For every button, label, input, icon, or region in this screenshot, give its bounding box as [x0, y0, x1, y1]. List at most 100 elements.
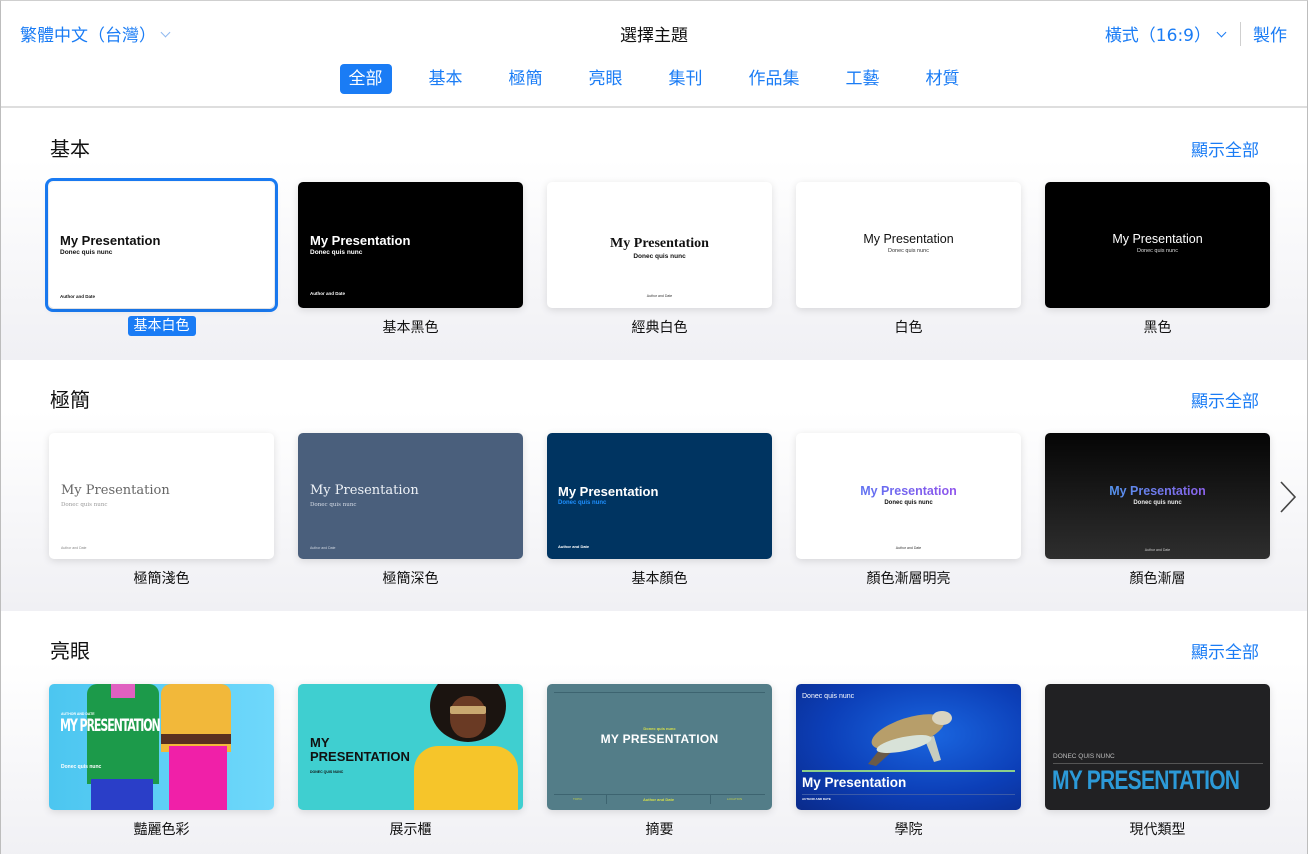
thumb-title: My Presentation — [558, 484, 659, 499]
thumb-footer: Author and Date — [646, 294, 673, 298]
thumb-subtitle: Donec quis nunc — [60, 249, 113, 256]
thumb-title: My Presentation — [1045, 484, 1270, 498]
thumb-title: My Presentation — [61, 483, 170, 498]
theme-thumbnail: My Presentation Donec quis nunc Author a… — [1045, 433, 1270, 559]
theme-name: 白色 — [894, 320, 923, 336]
thumb-subtitle: Donec quis nunc — [61, 502, 108, 508]
theme-thumbnail: My Presentation Donec quis nunc — [796, 182, 1021, 308]
thumb-title-line1: MY — [310, 735, 330, 750]
thumb-subtitle: Donec quis nunc — [310, 502, 357, 508]
section-minimalist: 極簡 顯示全部 My Presentation Donec quis nunc … — [1, 360, 1307, 611]
theme-card-gradient-light[interactable]: My Presentation Donec quis nunc Author a… — [796, 433, 1021, 589]
section-title: 極簡 — [50, 388, 90, 412]
thumb-subtitle: Donec quis nunc — [802, 693, 855, 700]
thumb-title: My Presentation — [60, 233, 161, 248]
theme-thumbnail: MY PRESENTATION DONEC QUIS NUNC — [298, 684, 523, 810]
thumb-title: MY PRESENTATION — [60, 716, 161, 736]
tab-craft[interactable]: 工藝 — [837, 64, 889, 94]
theme-row: My Presentation Donec quis nunc Author a… — [49, 433, 1270, 589]
tab-minimalist[interactable]: 極簡 — [500, 64, 552, 94]
theme-name: 現代類型 — [1129, 822, 1186, 838]
theme-row: My Presentation Donec quis nunc Author a… — [45, 178, 1270, 338]
theme-thumbnail: Donec quis nunc MY PRESENTATION TOPIC Au… — [547, 684, 772, 810]
theme-name: 黑色 — [1143, 320, 1172, 336]
theme-card-modern-type[interactable]: DONEC QUIS NUNC MY PRESENTATION 現代類型 — [1045, 684, 1270, 840]
thumb-title: My Presentation — [1112, 232, 1203, 246]
thumb-footer-left: TOPIC — [573, 797, 583, 801]
tab-texture[interactable]: 材質 — [917, 64, 969, 94]
theme-card-basic-white[interactable]: My Presentation Donec quis nunc Author a… — [45, 178, 278, 338]
show-all-link[interactable]: 顯示全部 — [1191, 638, 1259, 663]
photo-face — [450, 696, 486, 738]
theme-card-academy[interactable]: Donec quis nunc My Presentation AUTHOR A… — [796, 684, 1021, 840]
theme-card-showcase[interactable]: MY PRESENTATION DONEC QUIS NUNC 展示櫃 — [298, 684, 523, 840]
chevron-right-icon — [1280, 481, 1297, 513]
theme-card-gradient[interactable]: My Presentation Donec quis nunc Author a… — [1045, 433, 1270, 589]
tab-bold[interactable]: 亮眼 — [580, 64, 632, 94]
thumb-title: MY PRESENTATION — [600, 732, 719, 746]
theme-card-vivid-color[interactable]: AUTHOR AND DATE MY PRESENTATION Donec qu… — [49, 684, 274, 840]
thumb-footer: Author and Date — [642, 797, 675, 802]
show-all-link[interactable]: 顯示全部 — [1191, 387, 1259, 412]
thumb-subtitle: Donec quis nunc — [633, 253, 686, 260]
thumb-title: MY PRESENTATION — [1052, 765, 1240, 795]
theme-thumbnail: My Presentation Donec quis nunc Author a… — [298, 182, 523, 308]
theme-name: 豔麗色彩 — [133, 822, 190, 838]
theme-thumbnail: My Presentation Donec quis nunc — [1045, 182, 1270, 308]
thumb-subtitle: Donec quis nunc — [310, 249, 363, 256]
create-button[interactable]: 製作 — [1253, 21, 1287, 46]
theme-card-black[interactable]: My Presentation Donec quis nunc 黑色 — [1045, 182, 1270, 338]
section-title: 亮眼 — [50, 639, 90, 663]
tab-editorial[interactable]: 集刊 — [660, 64, 712, 94]
thumb-title: My Presentation — [863, 232, 954, 246]
scroll-next-button[interactable] — [1277, 479, 1299, 515]
tab-basic[interactable]: 基本 — [420, 64, 472, 94]
thumb-footer: Author and Date — [60, 294, 96, 299]
section-title: 基本 — [50, 137, 90, 161]
thumb-subtitle: Donec quis nunc — [1137, 248, 1178, 254]
selection-outline: My Presentation Donec quis nunc Author a… — [45, 178, 278, 312]
thumb-subtitle: Donec quis nunc — [61, 764, 102, 770]
category-tabs: 全部 基本 極簡 亮眼 集刊 作品集 工藝 材質 — [1, 64, 1307, 94]
thumb-footer-right: LOCATION — [727, 797, 743, 801]
thumb-title: My Presentation — [802, 775, 907, 790]
chevron-down-icon — [1216, 28, 1228, 40]
theme-card-minimalist-light[interactable]: My Presentation Donec quis nunc Author a… — [49, 433, 274, 589]
theme-thumbnail: My Presentation Donec quis nunc Author a… — [49, 182, 274, 308]
thumb-subtitle: Donec quis nunc — [1133, 500, 1182, 506]
thumb-subtitle: Donec quis nunc — [888, 248, 929, 254]
theme-name: 顏色漸層明亮 — [866, 571, 951, 587]
theme-card-white[interactable]: My Presentation Donec quis nunc 白色 — [796, 182, 1021, 338]
theme-name: 極簡深色 — [382, 571, 439, 587]
thumb-subtitle: Donec quis nunc — [643, 726, 676, 731]
photo-arms — [161, 734, 231, 744]
orientation-label: 橫式（16:9） — [1104, 26, 1211, 46]
thumb-title: My Presentation — [310, 483, 419, 498]
footer-divider-right — [710, 794, 711, 804]
theme-card-basic-color[interactable]: My Presentation Donec quis nunc Author a… — [547, 433, 772, 589]
orientation-selector[interactable]: 橫式（16:9） — [1105, 21, 1228, 46]
theme-card-classic-white[interactable]: My Presentation Donec quis nunc Author a… — [547, 182, 772, 338]
thumb-footer: Author and Date — [558, 544, 590, 549]
tab-all[interactable]: 全部 — [339, 64, 392, 94]
theme-card-minimalist-dark[interactable]: My Presentation Donec quis nunc Author a… — [298, 433, 523, 589]
theme-name: 顏色漸層 — [1129, 571, 1186, 587]
photo-yellow-sweater — [414, 746, 518, 810]
theme-name: 展示櫃 — [389, 822, 432, 838]
show-all-link[interactable]: 顯示全部 — [1191, 136, 1259, 161]
thumb-footer: Author and Date — [61, 546, 87, 550]
footer-rule — [802, 794, 1015, 795]
theme-thumbnail: Donec quis nunc My Presentation AUTHOR A… — [796, 684, 1021, 810]
divider — [1240, 21, 1241, 46]
header: 繁體中文（台灣） 選擇主題 橫式（16:9） 製作 全部 基本 極簡 亮眼 集刊… — [1, 1, 1307, 108]
section-bold: 亮眼 顯示全部 AUTHOR AND DATE MY PRESENTATION … — [1, 611, 1307, 854]
title-rule — [1053, 763, 1263, 764]
thumb-title: My Presentation — [796, 484, 1021, 498]
theme-chooser-window: 繁體中文（台灣） 選擇主題 橫式（16:9） 製作 全部 基本 極簡 亮眼 集刊… — [0, 0, 1308, 854]
thumb-footer: Author and Date — [895, 546, 922, 550]
theme-card-basic-black[interactable]: My Presentation Donec quis nunc Author a… — [298, 182, 523, 338]
theme-row: AUTHOR AND DATE MY PRESENTATION Donec qu… — [49, 684, 1270, 840]
theme-card-summary[interactable]: Donec quis nunc MY PRESENTATION TOPIC Au… — [547, 684, 772, 840]
tab-portfolio[interactable]: 作品集 — [740, 64, 809, 94]
bottom-rule — [554, 794, 765, 795]
